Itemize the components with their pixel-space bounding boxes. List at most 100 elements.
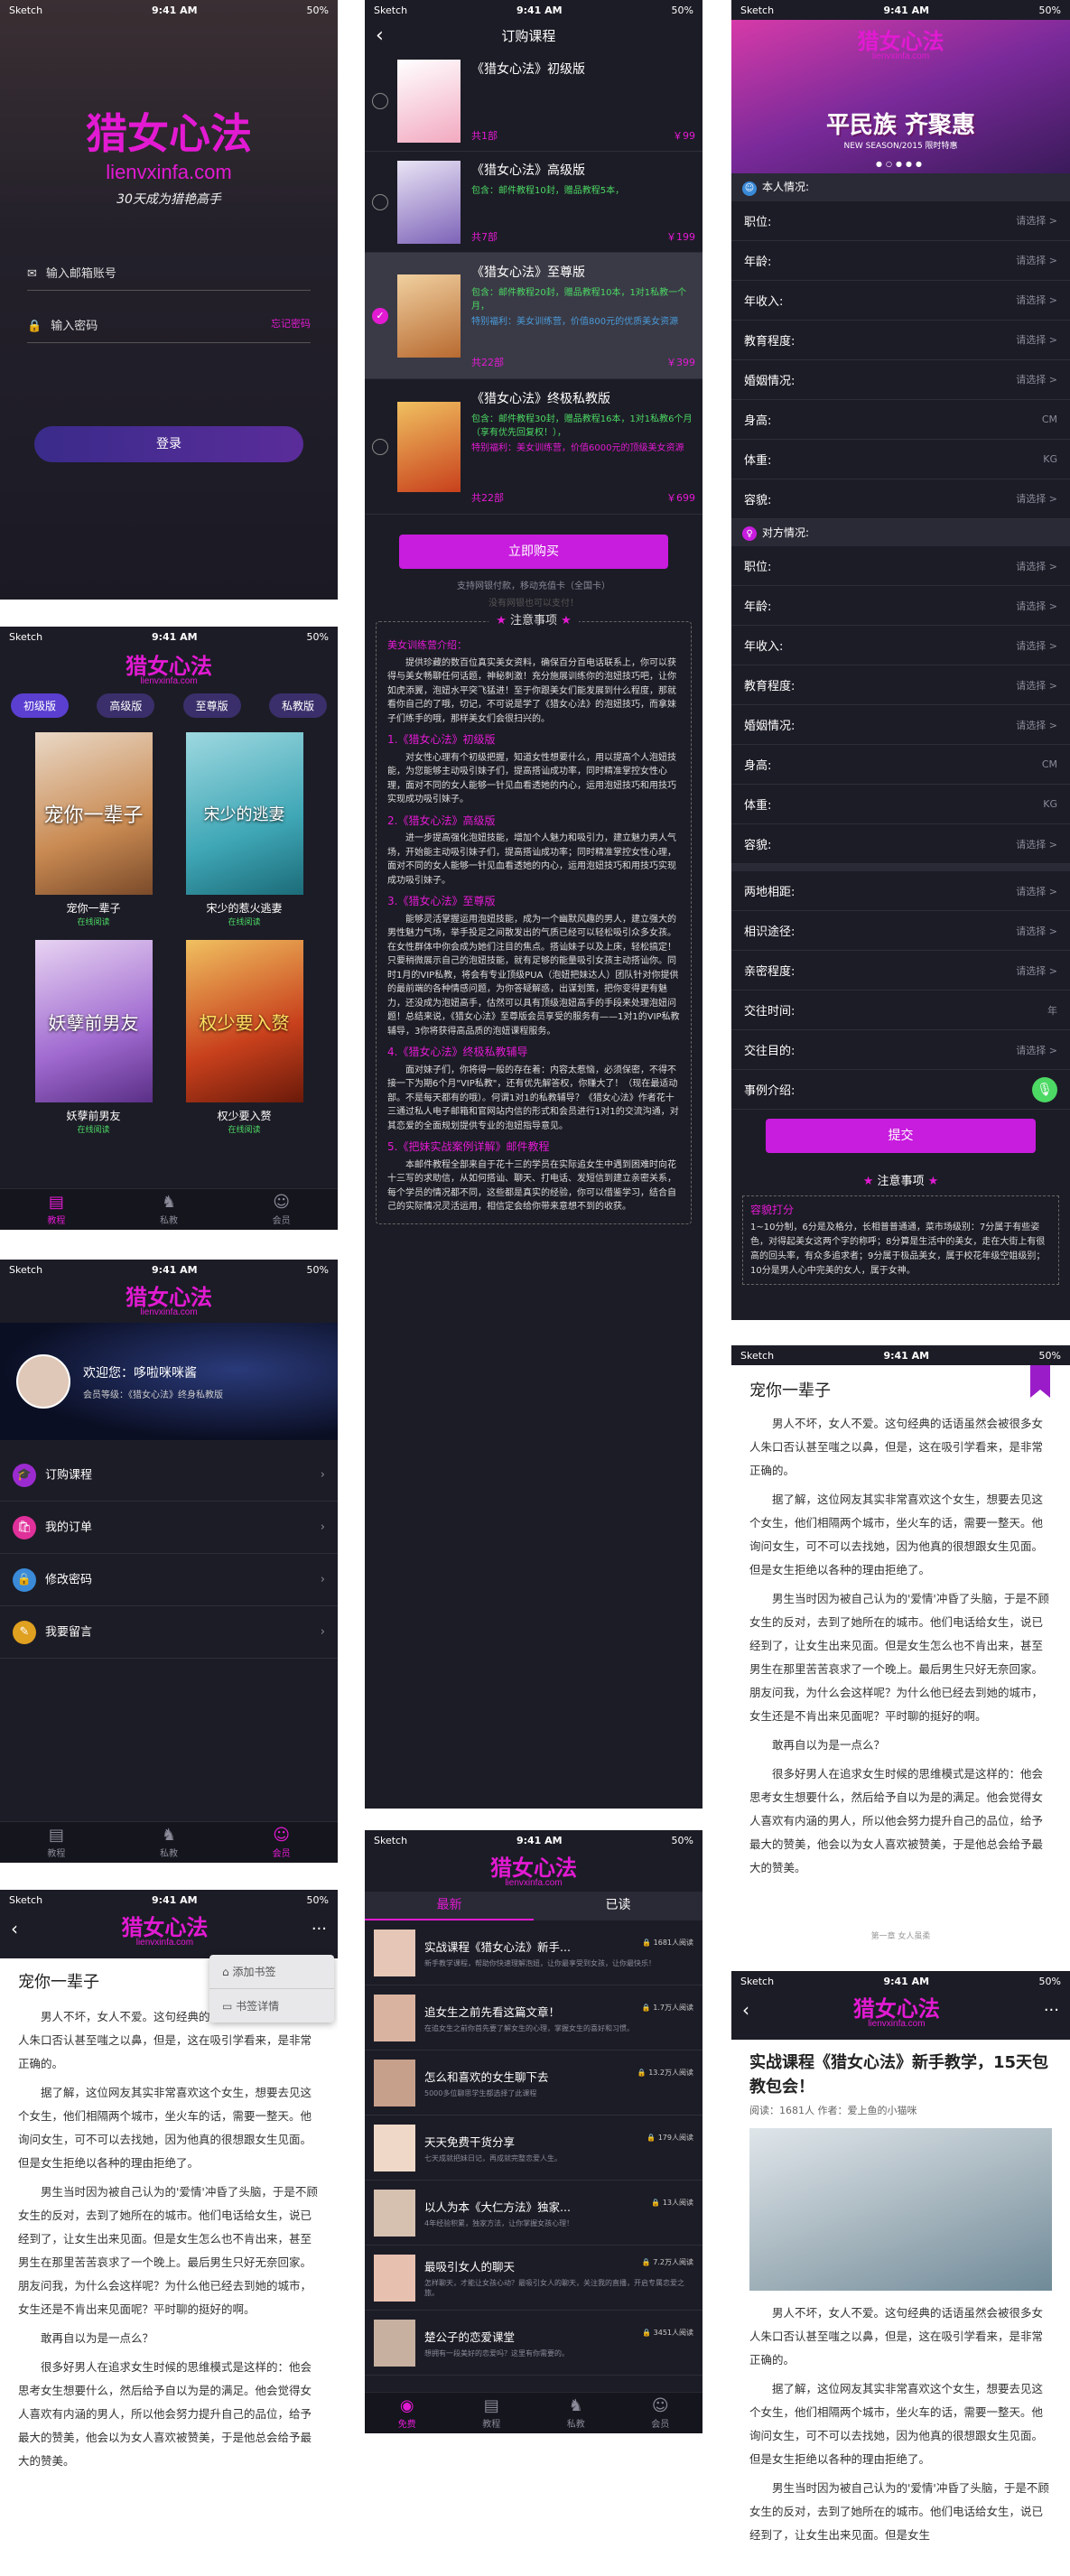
form-row[interactable]: 职位: 请选择 > — [731, 546, 1070, 586]
tab-read[interactable]: 已读 — [534, 1892, 702, 1920]
tab-latest[interactable]: 最新 — [365, 1892, 534, 1920]
field-value[interactable]: 请选择 > — [1016, 963, 1057, 978]
banner-pagination-dots[interactable]: ●○●●● — [731, 160, 1070, 168]
form-row[interactable]: 婚姻情况: 请选择 > — [731, 360, 1070, 400]
course-item[interactable]: 《猎女心法》高级版 包含：邮件教程10封，赠品教程5本， 共7部 ￥199 — [365, 152, 702, 253]
login-button[interactable]: 登录 — [34, 426, 303, 462]
form-row[interactable]: 教育程度: 请选择 > — [731, 321, 1070, 360]
field-value[interactable]: 请选择 > — [1016, 599, 1057, 613]
back-arrow-icon[interactable]: ‹ — [11, 1918, 18, 1939]
back-arrow-icon[interactable]: ‹ — [376, 24, 384, 47]
add-bookmark-item[interactable]: ⌂ 添加书签 — [209, 1955, 334, 1989]
form-row[interactable]: 两地相距: 请选择 > — [731, 871, 1070, 911]
form-row[interactable]: 年龄: 请选择 > — [731, 586, 1070, 626]
forgot-password-link[interactable]: 忘记密码 — [271, 316, 311, 333]
form-row[interactable]: 体重: KG — [731, 785, 1070, 824]
field-value[interactable]: CM — [1042, 758, 1057, 770]
more-icon[interactable]: ··· — [1044, 2001, 1059, 2020]
form-row[interactable]: 职位: 请选择 > — [731, 201, 1070, 241]
field-value[interactable]: KG — [1043, 798, 1057, 810]
field-value[interactable]: 请选择 > — [1016, 638, 1057, 653]
menu-my-orders[interactable]: 🛍 我的订单 › — [0, 1502, 338, 1554]
more-icon[interactable]: ··· — [312, 1920, 327, 1939]
book-card[interactable]: 宠你一辈子 宠你一辈子 在线阅读 — [18, 732, 169, 927]
microphone-icon[interactable]: 🎙 — [1032, 1076, 1057, 1102]
list-item[interactable]: 追女生之前先看这篇文章！ 🔒 1.7万人阅读 在追女生之前你首先要了解女生的心理，掌… — [365, 1985, 702, 2051]
tab-member[interactable]: ☺ 会员 — [619, 2393, 703, 2433]
radio-unchecked[interactable] — [372, 193, 388, 210]
tab-supreme[interactable]: 至尊版 — [182, 693, 241, 718]
tab-tutorial[interactable]: ▤ 教程 — [450, 2393, 535, 2433]
list-item[interactable]: 实战课程《猎女心法》新手... 🔒 1681人阅读 新手教学课程，帮助你快速理解泡妞… — [365, 1920, 702, 1985]
tab-private[interactable]: ♞ 私教 — [534, 2393, 619, 2433]
field-value[interactable]: 请选择 > — [1016, 1043, 1057, 1057]
example-row[interactable]: 事例介绍: 🎙 — [731, 1070, 1070, 1110]
course-item[interactable]: 《猎女心法》终极私教版 包含：邮件教程30封，赠品教程16本，1对1私教6个月（享… — [365, 379, 702, 515]
password-field[interactable]: 🔒 输入密码 忘记密码 — [27, 307, 311, 343]
field-value[interactable]: 请选择 > — [1016, 213, 1057, 228]
field-value[interactable]: 请选择 > — [1016, 884, 1057, 898]
book-card[interactable]: 宋少的逃妻 宋少的惹火逃妻 在线阅读 — [169, 732, 320, 927]
tab-private[interactable]: ♞ 私教 — [113, 1189, 226, 1230]
form-row[interactable]: 相识途径: 请选择 > — [731, 911, 1070, 951]
radio-unchecked[interactable] — [372, 438, 388, 455]
form-row[interactable]: 教育程度: 请选择 > — [731, 665, 1070, 705]
form-row[interactable]: 婚姻情况: 请选择 > — [731, 705, 1070, 745]
form-row[interactable]: 交往目的: 请选择 > — [731, 1030, 1070, 1070]
section-text: 本邮件教程全部来自于花十三的学员在实际追女生中遇到困难时向花十三写的求助信，从如… — [387, 1159, 676, 1213]
form-row[interactable]: 容貌: 请选择 > — [731, 824, 1070, 864]
field-value[interactable]: 请选择 > — [1016, 491, 1057, 506]
form-row[interactable]: 年龄: 请选择 > — [731, 241, 1070, 281]
course-item-selected[interactable]: ✓ 《猎女心法》至尊版 包含：邮件教程20封，赠品教程10本，1对1私教一个月， 特… — [365, 253, 702, 379]
form-row[interactable]: 体重: KG — [731, 440, 1070, 479]
email-field[interactable]: ✉ 输入邮箱账号 — [27, 255, 311, 291]
field-value[interactable]: 请选择 > — [1016, 293, 1057, 307]
field-value[interactable]: 请选择 > — [1016, 559, 1057, 573]
back-arrow-icon[interactable]: ‹ — [742, 1999, 749, 2021]
form-row[interactable]: 身高: CM — [731, 400, 1070, 440]
tab-member[interactable]: ☺ 会员 — [225, 1189, 338, 1230]
field-value[interactable]: CM — [1042, 414, 1057, 425]
menu-order-course[interactable]: 🎓 订购课程 › — [0, 1449, 338, 1502]
form-row[interactable]: 年收入: 请选择 > — [731, 281, 1070, 321]
book-card[interactable]: 权少要入赘 权少要入赘 在线阅读 — [169, 940, 320, 1135]
tab-basic[interactable]: 初级版 — [11, 693, 70, 718]
field-value[interactable]: 请选择 > — [1016, 253, 1057, 267]
field-value[interactable]: 请选择 > — [1016, 837, 1057, 851]
avatar[interactable] — [16, 1354, 70, 1409]
list-item[interactable]: 楚公子的恋爱课堂 🔒 3451人阅读 想拥有一段美好的恋爱吗？这里有你需要的。 — [365, 2311, 702, 2376]
buy-now-button[interactable]: 立即购买 — [399, 535, 668, 569]
radio-checked[interactable]: ✓ — [372, 307, 388, 324]
form-row[interactable]: 年收入: 请选择 > — [731, 626, 1070, 665]
form-row[interactable]: 亲密程度: 请选择 > — [731, 951, 1070, 990]
field-value[interactable]: 请选择 > — [1016, 718, 1057, 732]
course-item[interactable]: 《猎女心法》初级版 共1部 ￥99 — [365, 51, 702, 152]
tab-advanced[interactable]: 高级版 — [97, 693, 155, 718]
tab-tutorial[interactable]: ▤ 教程 — [0, 1189, 113, 1230]
tab-tutorial[interactable]: ▤ 教程 — [0, 1822, 113, 1863]
promo-banner[interactable]: 猎女心法 lienvxinfa.com 平民族 齐聚惠 NEW SEASON/20… — [731, 20, 1070, 173]
tab-free[interactable]: ◉ 免费 — [365, 2393, 450, 2433]
book-card[interactable]: 妖孽前男友 妖孽前男友 在线阅读 — [18, 940, 169, 1135]
form-row[interactable]: 身高: CM — [731, 745, 1070, 785]
field-value[interactable]: 请选择 > — [1016, 924, 1057, 938]
menu-change-password[interactable]: 🔒 修改密码 › — [0, 1554, 338, 1606]
list-item[interactable]: 怎么和喜欢的女生聊下去 🔒 13.2万人阅读 5000多位聊思学生都选择了此课程 — [365, 2051, 702, 2116]
field-value[interactable]: 年 — [1047, 1003, 1057, 1018]
field-value[interactable]: 请选择 > — [1016, 678, 1057, 693]
field-value[interactable]: KG — [1043, 453, 1057, 465]
tab-member[interactable]: ☺ 会员 — [225, 1822, 338, 1863]
tab-private[interactable]: 私教版 — [268, 693, 327, 718]
tab-private[interactable]: ♞ 私教 — [113, 1822, 226, 1863]
list-item[interactable]: 天天免费干货分享 🔒 179人阅读 七天成就把妹日记，再成就完整恋爱人生。 — [365, 2116, 702, 2181]
radio-unchecked[interactable] — [372, 92, 388, 109]
list-item[interactable]: 以人为本《大仁方法》独家... 🔒 13人阅读 4年经验积累，独家方法，让你掌握女孩… — [365, 2181, 702, 2246]
menu-leave-message[interactable]: ✎ 我要留言 › — [0, 1606, 338, 1659]
form-row[interactable]: 容貌: 请选择 > — [731, 479, 1070, 519]
field-value[interactable]: 请选择 > — [1016, 372, 1057, 386]
form-row[interactable]: 交往时间: 年 — [731, 990, 1070, 1030]
list-item[interactable]: 最吸引女人的聊天 🔒 7.2万人阅读 怎样聊天，才能让女孩心动？最吸引女人的聊天，关… — [365, 2246, 702, 2311]
bookmark-detail-item[interactable]: ▭ 书签详情 — [209, 1989, 334, 2023]
submit-button[interactable]: 提交 — [766, 1119, 1036, 1153]
field-value[interactable]: 请选择 > — [1016, 332, 1057, 347]
